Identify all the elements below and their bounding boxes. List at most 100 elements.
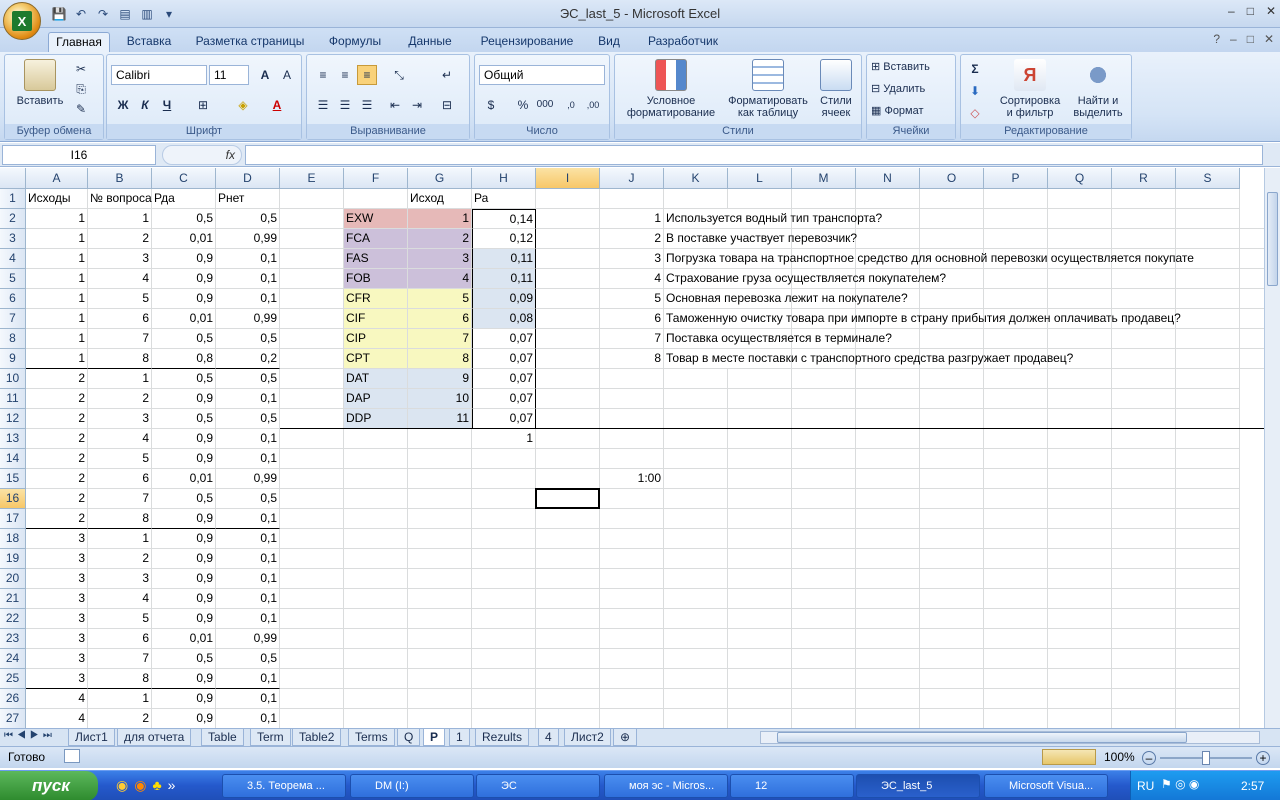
table-cell[interactable] — [1176, 469, 1240, 489]
table-cell[interactable] — [664, 389, 728, 409]
table-cell[interactable] — [472, 469, 536, 489]
table-cell[interactable] — [1112, 489, 1176, 509]
table-cell[interactable]: 7 — [88, 649, 152, 669]
table-cell[interactable] — [920, 669, 984, 689]
zoom-level[interactable]: 100% — [1104, 750, 1135, 764]
table-cell[interactable] — [856, 609, 920, 629]
table-cell[interactable]: Исходы — [26, 189, 88, 209]
table-cell[interactable] — [792, 709, 856, 728]
select-all-corner[interactable] — [0, 168, 26, 189]
table-cell[interactable]: 0,9 — [152, 509, 216, 529]
table-cell[interactable]: 0,5 — [152, 209, 216, 229]
table-cell[interactable] — [792, 429, 856, 449]
row-header[interactable]: 8 — [0, 329, 26, 349]
table-cell[interactable] — [472, 649, 536, 669]
decrease-indent-icon[interactable]: ⇤ — [385, 95, 405, 115]
table-cell[interactable] — [728, 489, 792, 509]
table-cell[interactable] — [472, 489, 536, 509]
number-format-select[interactable]: Общий — [479, 65, 605, 85]
table-cell[interactable]: 0,9 — [152, 249, 216, 269]
increase-indent-icon[interactable]: ⇥ — [407, 95, 427, 115]
table-cell[interactable] — [280, 589, 344, 609]
table-cell[interactable] — [792, 449, 856, 469]
table-cell[interactable]: 0,1 — [216, 529, 280, 549]
table-cell[interactable] — [728, 569, 792, 589]
table-cell[interactable] — [1048, 549, 1112, 569]
table-cell[interactable] — [344, 189, 408, 209]
table-cell[interactable] — [280, 269, 344, 289]
task-item[interactable]: 12 — [730, 774, 854, 798]
align-bottom-icon[interactable]: ≡ — [357, 65, 377, 85]
table-cell[interactable] — [1176, 529, 1240, 549]
format-painter-icon[interactable]: ✎ — [71, 99, 91, 119]
font-name-select[interactable]: Calibri — [111, 65, 207, 85]
currency-icon[interactable]: $ — [481, 95, 501, 115]
table-cell[interactable] — [792, 369, 856, 389]
table-cell[interactable]: Поставка осуществляется в терминале? — [664, 329, 1264, 349]
table-cell[interactable] — [984, 589, 1048, 609]
table-cell[interactable]: 3 — [26, 649, 88, 669]
table-cell[interactable] — [984, 369, 1048, 389]
selected-cell[interactable] — [535, 488, 600, 509]
table-cell[interactable] — [408, 589, 472, 609]
table-cell[interactable] — [472, 609, 536, 629]
table-cell[interactable] — [536, 309, 600, 329]
format-as-table-button[interactable]: Форматировать как таблицу — [723, 59, 813, 119]
table-cell[interactable]: 0,1 — [216, 289, 280, 309]
table-cell[interactable]: 4 — [88, 269, 152, 289]
table-cell[interactable]: DAP — [344, 389, 408, 409]
italic-button[interactable]: К — [135, 95, 155, 115]
table-cell[interactable] — [728, 189, 792, 209]
table-cell[interactable]: 0,99 — [216, 309, 280, 329]
table-cell[interactable] — [1176, 609, 1240, 629]
table-cell[interactable] — [344, 569, 408, 589]
vertical-scrollbar[interactable] — [1264, 168, 1280, 728]
table-cell[interactable] — [1048, 569, 1112, 589]
table-cell[interactable] — [600, 549, 664, 569]
table-cell[interactable] — [664, 589, 728, 609]
table-cell[interactable]: 4 — [26, 709, 88, 728]
clear-icon[interactable]: ◇ — [965, 103, 985, 123]
column-header[interactable]: I — [536, 168, 600, 189]
table-cell[interactable]: 3 — [26, 549, 88, 569]
table-cell[interactable] — [984, 389, 1048, 409]
thousands-button[interactable]: 000 — [535, 95, 555, 115]
table-cell[interactable] — [664, 549, 728, 569]
table-cell[interactable] — [1176, 689, 1240, 709]
table-cell[interactable]: 0,07 — [472, 369, 536, 389]
table-cell[interactable] — [856, 409, 920, 429]
table-cell[interactable] — [1176, 449, 1240, 469]
table-cell[interactable] — [856, 369, 920, 389]
table-cell[interactable] — [536, 589, 600, 609]
table-cell[interactable] — [536, 669, 600, 689]
table-cell[interactable] — [1176, 369, 1240, 389]
table-cell[interactable]: 2 — [26, 369, 88, 389]
table-cell[interactable] — [984, 689, 1048, 709]
table-cell[interactable]: CIF — [344, 309, 408, 329]
table-cell[interactable] — [1176, 709, 1240, 728]
table-cell[interactable] — [664, 369, 728, 389]
table-cell[interactable]: 2 — [88, 709, 152, 728]
table-cell[interactable]: 0,08 — [472, 309, 536, 329]
table-cell[interactable] — [472, 689, 536, 709]
table-cell[interactable]: 0,1 — [216, 689, 280, 709]
table-cell[interactable] — [920, 629, 984, 649]
conditional-formatting-button[interactable]: Условное форматирование — [619, 59, 723, 119]
table-cell[interactable]: 7 — [88, 489, 152, 509]
table-cell[interactable] — [920, 649, 984, 669]
table-cell[interactable] — [280, 469, 344, 489]
table-cell[interactable] — [792, 489, 856, 509]
row-header[interactable]: 11 — [0, 389, 26, 409]
table-cell[interactable]: 3 — [26, 629, 88, 649]
table-cell[interactable]: 0,5 — [152, 369, 216, 389]
table-cell[interactable]: 6 — [88, 629, 152, 649]
table-cell[interactable]: 0,1 — [216, 449, 280, 469]
table-cell[interactable] — [728, 609, 792, 629]
table-cell[interactable] — [1176, 509, 1240, 529]
tab-page-layout[interactable]: Разметка страницы — [190, 32, 310, 52]
table-cell[interactable] — [792, 529, 856, 549]
row-header[interactable]: 22 — [0, 609, 26, 629]
row-header[interactable]: 21 — [0, 589, 26, 609]
sheet-tab[interactable]: Лист2 — [564, 729, 611, 746]
table-cell[interactable] — [536, 709, 600, 728]
